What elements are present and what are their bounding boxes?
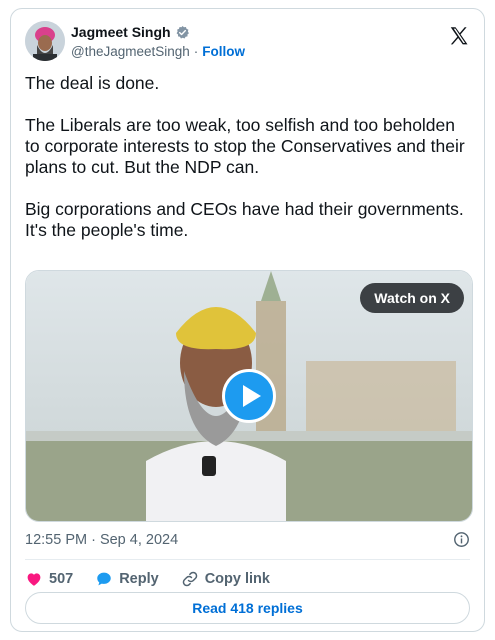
play-icon xyxy=(243,385,261,407)
tweet-timestamp[interactable]: 12:55 PM · Sep 4, 2024 xyxy=(25,532,178,548)
play-button[interactable] xyxy=(222,369,276,423)
author-name[interactable]: Jagmeet Singh xyxy=(71,24,171,40)
read-replies-button[interactable]: Read 418 replies xyxy=(25,592,470,624)
reply-button[interactable]: Reply xyxy=(95,570,159,588)
follow-button[interactable]: Follow xyxy=(202,44,245,59)
tweet-text: The deal is done. The Liberals are too w… xyxy=(25,73,465,240)
copy-link-button[interactable]: Copy link xyxy=(181,570,270,588)
verified-badge-icon xyxy=(176,25,189,38)
divider xyxy=(25,559,470,560)
x-logo-icon[interactable] xyxy=(448,25,470,47)
author-handle-row: @theJagmeetSingh · Follow xyxy=(71,44,245,59)
action-bar: 507 Reply Copy link xyxy=(25,567,292,591)
watch-on-x-button[interactable]: Watch on X xyxy=(360,283,464,313)
reply-label: Reply xyxy=(119,571,159,587)
tweet-header: Jagmeet Singh @theJagmeetSingh · Follow xyxy=(25,21,470,69)
tweet-card: Jagmeet Singh @theJagmeetSingh · Follow … xyxy=(10,8,485,632)
link-icon xyxy=(182,571,197,587)
heart-icon xyxy=(27,573,41,586)
author-handle[interactable]: @theJagmeetSingh xyxy=(71,44,190,59)
video-player[interactable]: Watch on X xyxy=(25,270,473,522)
author-avatar[interactable] xyxy=(25,21,65,61)
like-count: 507 xyxy=(49,571,74,587)
reply-bubble-icon xyxy=(97,572,111,586)
like-button[interactable]: 507 xyxy=(25,570,73,588)
info-icon[interactable] xyxy=(453,531,470,548)
separator-dot: · xyxy=(193,44,199,59)
author-name-row: Jagmeet Singh xyxy=(71,24,190,40)
copy-link-label: Copy link xyxy=(204,571,270,587)
